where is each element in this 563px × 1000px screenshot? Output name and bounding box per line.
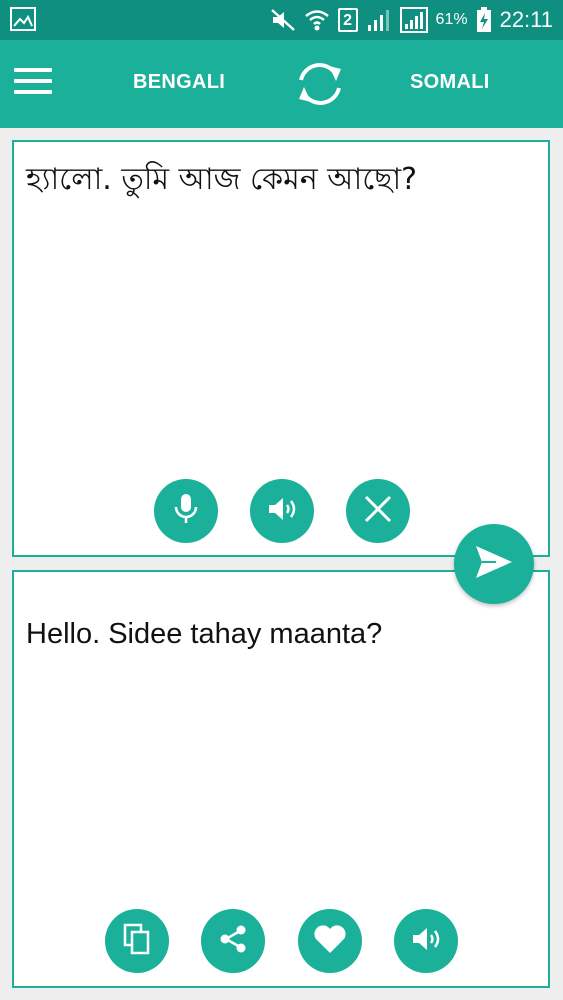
share-button[interactable] bbox=[201, 909, 265, 973]
source-language-button[interactable]: BENGALI bbox=[133, 71, 225, 94]
heart-icon bbox=[313, 924, 347, 959]
microphone-button[interactable] bbox=[154, 479, 218, 543]
close-icon bbox=[363, 494, 393, 529]
microphone-icon bbox=[172, 492, 200, 531]
copy-icon bbox=[123, 923, 151, 960]
source-text[interactable]: হ্যালো. তুমি আজ কেমন আছো? bbox=[26, 160, 536, 200]
translate-button[interactable] bbox=[454, 524, 534, 604]
status-bar: 2 61% 22:11 bbox=[0, 0, 563, 40]
clear-button[interactable] bbox=[346, 479, 410, 543]
send-icon bbox=[474, 544, 514, 585]
battery-charging-icon bbox=[476, 7, 492, 33]
clock: 22:11 bbox=[499, 7, 553, 32]
signal-icon bbox=[399, 7, 428, 33]
target-text-panel[interactable]: Hello. Sidee tahay maanta? bbox=[12, 570, 550, 988]
speak-target-button[interactable] bbox=[394, 909, 458, 973]
speaker-icon bbox=[267, 496, 297, 527]
share-icon bbox=[218, 924, 248, 959]
signal-icon bbox=[366, 8, 392, 32]
image-icon bbox=[10, 7, 36, 31]
copy-button[interactable] bbox=[105, 909, 169, 973]
wifi-icon bbox=[304, 7, 330, 33]
battery-percent: 61% bbox=[435, 11, 468, 28]
menu-icon[interactable] bbox=[14, 68, 52, 100]
favorite-button[interactable] bbox=[298, 909, 362, 973]
speaker-icon bbox=[411, 926, 441, 957]
source-text-panel[interactable]: হ্যালো. তুমি আজ কেমন আছো? bbox=[12, 140, 550, 557]
sim-icon: 2 bbox=[337, 8, 358, 32]
target-text: Hello. Sidee tahay maanta? bbox=[26, 618, 383, 650]
target-language-button[interactable]: SOMALI bbox=[410, 71, 490, 94]
mute-icon bbox=[270, 8, 296, 32]
app-bar: BENGALI SOMALI bbox=[0, 40, 563, 128]
speak-source-button[interactable] bbox=[250, 479, 314, 543]
swap-icon[interactable] bbox=[293, 60, 347, 108]
